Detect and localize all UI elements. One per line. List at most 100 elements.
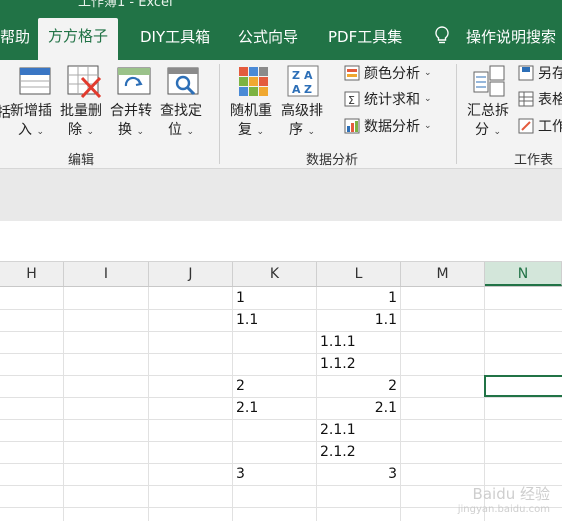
- cell-l2[interactable]: 1.1: [317, 309, 397, 331]
- summary-split-line1: 汇总拆: [467, 103, 509, 119]
- merge-convert-button[interactable]: 合并转换 ⌄: [110, 102, 152, 142]
- table-button[interactable]: 表格: [518, 88, 562, 110]
- column-header-i[interactable]: I: [64, 262, 149, 286]
- grid-line: [0, 353, 562, 354]
- delete-icon[interactable]: [66, 64, 102, 102]
- chevron-down-icon: ⌄: [424, 94, 432, 104]
- grid-line: [0, 331, 562, 332]
- tell-me-search[interactable]: 操作说明搜索: [466, 22, 556, 52]
- delete-button-line2: 除: [68, 122, 82, 138]
- chevron-down-icon: ⌄: [86, 127, 94, 137]
- find-locate-icon[interactable]: [166, 64, 202, 102]
- color-analysis-button[interactable]: 颜色分析 ⌄: [344, 62, 432, 84]
- advanced-sort-icon[interactable]: ZAAZ: [286, 64, 320, 102]
- cell-l7[interactable]: 2.1.1: [320, 419, 356, 441]
- worksheet-icon: [518, 118, 534, 134]
- tab-pdf-tools[interactable]: PDF工具集: [328, 22, 402, 52]
- find-locate-button[interactable]: 查找定位 ⌄: [160, 102, 202, 142]
- advanced-sort-button[interactable]: 高级排序 ⌄: [281, 102, 323, 142]
- chevron-down-icon: ⌄: [256, 127, 264, 137]
- grid-line: [0, 309, 562, 310]
- cell-k2[interactable]: 1.1: [236, 309, 258, 331]
- svg-text:Z: Z: [304, 83, 312, 96]
- cell-l8[interactable]: 2.1.2: [320, 441, 356, 463]
- watermark-line1: Baidu 经验: [472, 485, 550, 503]
- group-separator: [456, 64, 457, 164]
- ribbon: 括 新增插入 ⌄ 批量删除 ⌄ 合并转换 ⌄ 查找定位 ⌄ 编辑 随机重复 ⌄ …: [0, 60, 562, 169]
- find-locate-line2: 位: [168, 122, 182, 138]
- delete-button[interactable]: 批量删除 ⌄: [60, 102, 102, 142]
- tab-help[interactable]: 帮助: [0, 22, 30, 52]
- random-repeat-line2: 复: [238, 122, 252, 138]
- tab-formula-wizard[interactable]: 公式向导: [238, 22, 298, 52]
- cell-l4[interactable]: 1.1.2: [320, 353, 356, 375]
- selected-cell-n5[interactable]: [484, 375, 562, 397]
- table-label: 表格: [538, 92, 562, 108]
- tab-diy-toolbox[interactable]: DIY工具箱: [140, 22, 210, 52]
- cell-k5[interactable]: 2: [236, 375, 245, 397]
- advanced-sort-line1: 高级排: [281, 103, 323, 119]
- grid-line: [0, 375, 562, 376]
- chevron-down-icon: ⌄: [493, 127, 501, 137]
- column-header-j[interactable]: J: [149, 262, 233, 286]
- grid-line: [0, 419, 562, 420]
- worksheet-button[interactable]: 工作: [518, 115, 562, 137]
- stat-sum-icon: Σ: [344, 91, 360, 107]
- save-as-label: 另存: [538, 66, 562, 82]
- color-analysis-icon: [344, 65, 360, 81]
- cell-l1[interactable]: 1: [317, 287, 397, 309]
- delete-button-line1: 批量删: [60, 103, 102, 119]
- data-analysis-icon: [344, 118, 360, 134]
- data-analysis-label: 数据分析: [364, 119, 420, 135]
- column-header-n[interactable]: N: [485, 262, 562, 286]
- column-header-m[interactable]: M: [401, 262, 485, 286]
- cell-l3[interactable]: 1.1.1: [320, 331, 356, 353]
- summary-split-icon[interactable]: [472, 64, 506, 102]
- save-as-button[interactable]: 另存: [518, 62, 562, 84]
- column-header-h[interactable]: H: [0, 262, 64, 286]
- chevron-down-icon: ⌄: [307, 127, 315, 137]
- table-icon: [518, 91, 534, 107]
- cell-k6[interactable]: 2.1: [236, 397, 258, 419]
- grid-line: [0, 463, 562, 464]
- cell-k1[interactable]: 1: [236, 287, 245, 309]
- data-analysis-button[interactable]: 数据分析 ⌄: [344, 115, 432, 137]
- merge-convert-icon[interactable]: [116, 64, 152, 102]
- ribbon-collapsed-area: [0, 169, 562, 221]
- lightbulb-icon: [434, 26, 450, 50]
- grid-line: [0, 441, 562, 442]
- watermark: Baidu 经验 jingyan.baidu.com: [458, 483, 550, 515]
- summary-split-line2: 分: [475, 122, 489, 138]
- save-as-icon: [518, 65, 534, 81]
- group-label-worksheet: 工作表: [514, 153, 554, 168]
- random-repeat-icon[interactable]: [236, 64, 270, 102]
- chevron-down-icon: ⌄: [36, 127, 44, 137]
- chevron-down-icon: ⌄: [424, 68, 432, 78]
- cell-l9[interactable]: 3: [317, 463, 397, 485]
- cell-k9[interactable]: 3: [236, 463, 245, 485]
- insert-button[interactable]: 新增插入 ⌄: [10, 102, 52, 142]
- tab-fangfang-gezi[interactable]: 方方格子: [38, 18, 119, 60]
- column-header-k[interactable]: K: [233, 262, 317, 286]
- worksheet-label: 工作: [538, 119, 562, 135]
- column-header-row: H I J K L M N: [0, 262, 562, 287]
- random-repeat-button[interactable]: 随机重复 ⌄: [230, 102, 272, 142]
- window-title: 工作簿1 - Excel: [78, 0, 173, 10]
- random-repeat-line1: 随机重: [230, 103, 272, 119]
- stat-sum-button[interactable]: Σ 统计求和 ⌄: [344, 88, 432, 110]
- chevron-down-icon: ⌄: [186, 127, 194, 137]
- stat-sum-label: 统计求和: [364, 92, 420, 108]
- grid-line: [0, 397, 562, 398]
- formula-bar[interactable]: [0, 221, 562, 262]
- column-header-l[interactable]: L: [317, 262, 401, 286]
- ribbon-tab-bar: 工作簿1 - Excel 帮助 方方格子 DIY工具箱 公式向导 PDF工具集 …: [0, 0, 562, 60]
- summary-split-button[interactable]: 汇总拆分 ⌄: [467, 102, 509, 142]
- cell-l5[interactable]: 2: [317, 375, 397, 397]
- svg-text:A: A: [292, 83, 301, 96]
- insert-icon[interactable]: [18, 64, 52, 102]
- chevron-down-icon: ⌄: [424, 121, 432, 131]
- merge-convert-line1: 合并转: [110, 103, 152, 119]
- insert-button-line2: 入: [18, 122, 32, 138]
- cell-l6[interactable]: 2.1: [317, 397, 397, 419]
- group-separator: [219, 64, 220, 164]
